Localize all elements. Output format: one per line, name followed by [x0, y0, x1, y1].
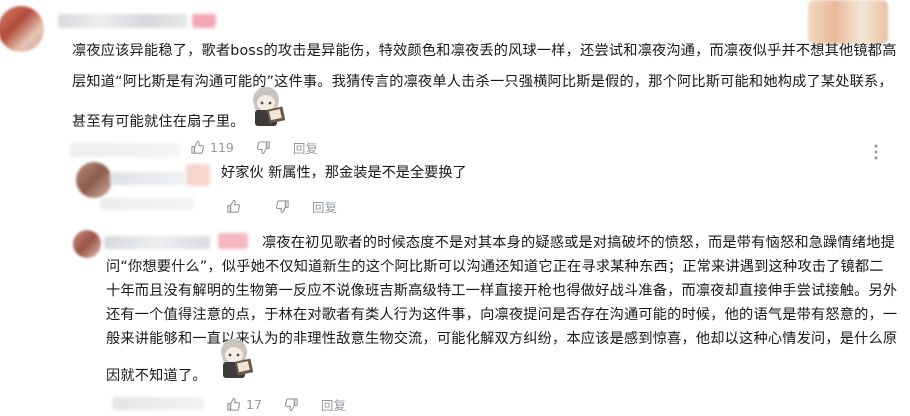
avatar[interactable] — [0, 6, 44, 52]
thumbs-up-icon — [227, 199, 241, 213]
dislike-button[interactable] — [256, 140, 271, 155]
reply-body: 好家伙 新属性，那金装是不是全要换了 — [221, 165, 467, 181]
dislike-button[interactable] — [284, 397, 299, 412]
comment-line: 还有一个值得注意的点，于林在对歌者有类人行为这件事，向凛夜提问是否存在沟通可能的… — [106, 307, 898, 323]
like-button[interactable]: 17 — [226, 397, 262, 412]
comment-line: 凛夜应该异能稳了，歌者boss的攻击是异能伤，特效颜色和凛夜丢的风球一样，还尝试… — [72, 43, 897, 59]
like-count: 119 — [210, 139, 234, 155]
avatar[interactable] — [76, 162, 112, 198]
comment-line: 甚至有可能就住在扇子里。 — [72, 114, 245, 130]
comment-line: 因就不知道了。 — [106, 368, 207, 384]
more-vertical-icon[interactable] — [868, 143, 884, 161]
thumbs-up-icon — [227, 397, 241, 411]
username-blurred[interactable] — [58, 14, 188, 28]
comment-line: 层知道“阿比斯是有沟通可能的”这件事。我猜传言的凛夜单人击杀一只强横阿比斯是假的… — [72, 74, 893, 90]
user-badge-blurred — [192, 14, 216, 28]
like-button[interactable]: 119 — [190, 140, 234, 155]
thumbs-down-icon — [256, 140, 270, 154]
like-count: 17 — [246, 396, 262, 412]
avatar[interactable] — [73, 230, 101, 258]
comment-actions: 17 回复 — [226, 394, 368, 414]
comment-actions: 119 回复 — [190, 137, 340, 157]
username-blurred[interactable] — [110, 172, 185, 185]
reply-label: 回复 — [312, 199, 338, 215]
reply-button[interactable]: 回复 — [312, 197, 337, 216]
username-blurred[interactable] — [104, 236, 210, 249]
user-badge-blurred — [186, 164, 210, 186]
reply-actions: 回复 — [226, 196, 359, 216]
user-badge-blurred — [218, 233, 248, 249]
reply-label: 回复 — [292, 140, 318, 156]
thumbs-up-icon — [191, 140, 205, 154]
comment-line: 问“你想要什么”，似乎她不仅知道新生的这个阿比斯可以沟通还知道它正在寻求某种东西… — [106, 259, 884, 275]
comment-body: 凛夜应该异能稳了，歌者boss的攻击是异能伤，特效颜色和凛夜丢的风球一样，还尝试… — [72, 36, 902, 98]
thumbs-down-icon — [284, 397, 298, 411]
comment-meta-blurred — [112, 397, 204, 410]
thumbs-down-icon — [275, 199, 289, 213]
reading-character-sticker — [242, 82, 290, 130]
like-button[interactable] — [226, 199, 241, 214]
reply-meta-blurred — [100, 198, 195, 210]
reply-preview-blurred — [70, 143, 180, 157]
reply-label: 回复 — [320, 397, 346, 413]
comment-line: 十年而且没有解明的生物第一反应不说像班吉斯高级特工一样直接开枪也得做好战斗准备，… — [106, 283, 898, 299]
reading-character-sticker — [210, 334, 258, 382]
reply-button[interactable]: 回复 — [293, 138, 318, 157]
dislike-button[interactable] — [275, 199, 290, 214]
reply-button[interactable]: 回复 — [321, 395, 346, 414]
